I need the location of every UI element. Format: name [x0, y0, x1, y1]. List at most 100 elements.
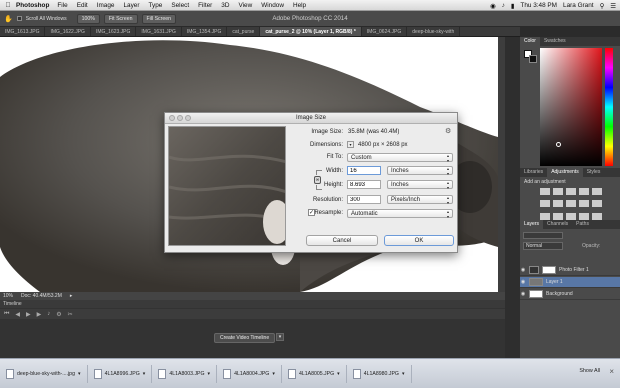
- layer-name[interactable]: Photo Filter 1: [559, 267, 589, 273]
- zoom-level[interactable]: 10%: [3, 293, 13, 299]
- layer-row[interactable]: ◉ Layer 1: [520, 277, 620, 288]
- menu-edit[interactable]: Edit: [77, 2, 88, 9]
- channel-mixer-icon[interactable]: [592, 200, 602, 208]
- layer-name[interactable]: Layer 1: [546, 279, 563, 285]
- resolution-unit-select[interactable]: Pixels/Inch: [387, 195, 453, 205]
- photo-filter-icon[interactable]: [579, 200, 589, 208]
- tab-swatches[interactable]: Swatches: [540, 37, 570, 46]
- visibility-eye-icon[interactable]: ◉: [520, 291, 526, 297]
- download-item[interactable]: 4L1A8003.JPG ▾: [152, 364, 218, 383]
- fit-to-select[interactable]: Custom: [347, 153, 453, 163]
- resolution-input[interactable]: [347, 195, 381, 204]
- tab-img-1613[interactable]: IMG_1613.JPG: [0, 27, 46, 36]
- show-all-downloads-link[interactable]: Show All: [579, 368, 600, 374]
- menu-image[interactable]: Image: [97, 2, 115, 9]
- selective-color-icon[interactable]: [579, 212, 589, 220]
- hue-slider[interactable]: [605, 48, 613, 166]
- dimensions-dropdown-icon[interactable]: ▾: [347, 141, 354, 148]
- settings-icon[interactable]: ⚙: [56, 311, 61, 318]
- search-icon[interactable]: ⚲: [600, 2, 605, 10]
- threshold-icon[interactable]: [566, 212, 576, 220]
- visibility-eye-icon[interactable]: ◉: [520, 279, 526, 285]
- download-item[interactable]: 4L1A8996.JPG ▾: [88, 364, 153, 383]
- gradient-map-icon[interactable]: [592, 212, 602, 220]
- wifi-icon[interactable]: ◉: [490, 2, 496, 10]
- menu-filter[interactable]: Filter: [198, 2, 212, 9]
- tab-img-1631[interactable]: IMG_1631.JPG: [136, 27, 182, 36]
- audio-icon[interactable]: ♪: [47, 311, 50, 317]
- minimize-icon[interactable]: [177, 115, 183, 121]
- vertical-scrollbar[interactable]: [498, 37, 505, 292]
- download-item[interactable]: 4L1A8980.JPG ▾: [347, 364, 412, 383]
- tab-adjustments[interactable]: Adjustments: [547, 168, 583, 177]
- brightness-icon[interactable]: [540, 188, 550, 195]
- cancel-button[interactable]: Cancel: [306, 235, 378, 246]
- layer-row[interactable]: ◉ Background: [520, 289, 620, 300]
- height-input[interactable]: [347, 180, 381, 189]
- user-name[interactable]: Lara Grant: [563, 2, 594, 9]
- chevron-down-icon[interactable]: ▾: [78, 371, 81, 377]
- download-item[interactable]: 4L1A8005.JPG ▾: [282, 364, 347, 383]
- visibility-eye-icon[interactable]: ◉: [520, 267, 526, 273]
- link-chain-icon[interactable]: ∞: [314, 176, 321, 184]
- scissors-icon[interactable]: ✂: [68, 311, 73, 318]
- invert-icon[interactable]: [540, 212, 550, 220]
- clock[interactable]: Thu 3:48 PM: [520, 2, 557, 9]
- next-frame-icon[interactable]: ▶: [37, 311, 42, 318]
- exposure-icon[interactable]: [579, 188, 589, 195]
- list-icon[interactable]: ☰: [610, 2, 616, 10]
- layer-row[interactable]: ◉ Photo Filter 1: [520, 265, 620, 276]
- zoom-100-button[interactable]: 100%: [76, 13, 100, 24]
- menu-type[interactable]: Type: [148, 2, 162, 9]
- first-frame-icon[interactable]: ⏮: [4, 311, 9, 318]
- image-preview[interactable]: [168, 126, 286, 246]
- tab-styles[interactable]: Styles: [583, 168, 605, 177]
- play-icon[interactable]: ▶: [26, 311, 31, 318]
- curves-icon[interactable]: [566, 188, 576, 195]
- tab-cat-purse[interactable]: cat_purse: [227, 27, 261, 36]
- width-input[interactable]: [347, 166, 381, 175]
- levels-icon[interactable]: [553, 188, 563, 195]
- zoom-icon[interactable]: [185, 115, 191, 121]
- ok-button[interactable]: OK: [384, 235, 454, 246]
- tab-channels[interactable]: Channels: [543, 220, 572, 229]
- tab-paths[interactable]: Paths: [572, 220, 593, 229]
- tab-libraries[interactable]: Libraries: [520, 168, 547, 177]
- black-white-icon[interactable]: [566, 200, 576, 208]
- status-arrow-icon[interactable]: ▸: [70, 293, 73, 299]
- tab-img-0624[interactable]: IMG_0624.JPG: [362, 27, 408, 36]
- scroll-all-checkbox[interactable]: [16, 16, 22, 21]
- height-unit-select[interactable]: Inches: [387, 180, 453, 190]
- layer-kind-filter[interactable]: [523, 232, 563, 239]
- timeline-dropdown-icon[interactable]: ▾: [276, 333, 284, 341]
- menu-layer[interactable]: Layer: [123, 2, 139, 9]
- resample-select[interactable]: Automatic: [347, 209, 453, 219]
- create-video-timeline-button[interactable]: Create Video Timeline: [214, 333, 276, 343]
- apple-menu-icon[interactable]: : [0, 2, 16, 9]
- layer-name[interactable]: Background: [546, 291, 573, 297]
- background-color-swatch[interactable]: [529, 55, 537, 63]
- download-item[interactable]: 4L1A8004.JPG ▾: [217, 364, 282, 383]
- tab-deep-blue-sky[interactable]: deep-blue-sky-with: [407, 27, 461, 36]
- tab-img-1622[interactable]: IMG_1622.JPG: [45, 27, 91, 36]
- tab-img-1354[interactable]: IMG_1354.JPG: [182, 27, 228, 36]
- prev-frame-icon[interactable]: ◀: [15, 311, 20, 318]
- tab-cat-purse-2[interactable]: cat_purse_2 @ 10% (Layer 1, RGB/8) *: [260, 27, 362, 36]
- blend-mode-select[interactable]: Normal: [523, 242, 563, 250]
- volume-icon[interactable]: ♪: [502, 2, 505, 9]
- chevron-down-icon[interactable]: ▾: [337, 371, 340, 377]
- posterize-icon[interactable]: [553, 212, 563, 220]
- menu-view[interactable]: View: [238, 2, 252, 9]
- close-icon[interactable]: ×: [609, 367, 614, 376]
- fill-screen-button[interactable]: Fill Screen: [141, 13, 177, 24]
- settings-gear-icon[interactable]: ⚙: [445, 127, 451, 135]
- menu-help[interactable]: Help: [293, 2, 306, 9]
- battery-icon[interactable]: ▮: [511, 2, 515, 10]
- color-balance-icon[interactable]: [553, 200, 563, 208]
- fit-screen-button[interactable]: Fit Screen: [103, 13, 138, 24]
- color-picker-field[interactable]: [540, 48, 602, 166]
- tab-img-1623[interactable]: IMG_1623.JPG: [91, 27, 137, 36]
- chevron-down-icon[interactable]: ▾: [272, 371, 275, 377]
- menu-3d[interactable]: 3D: [221, 2, 229, 9]
- menu-window[interactable]: Window: [261, 2, 284, 9]
